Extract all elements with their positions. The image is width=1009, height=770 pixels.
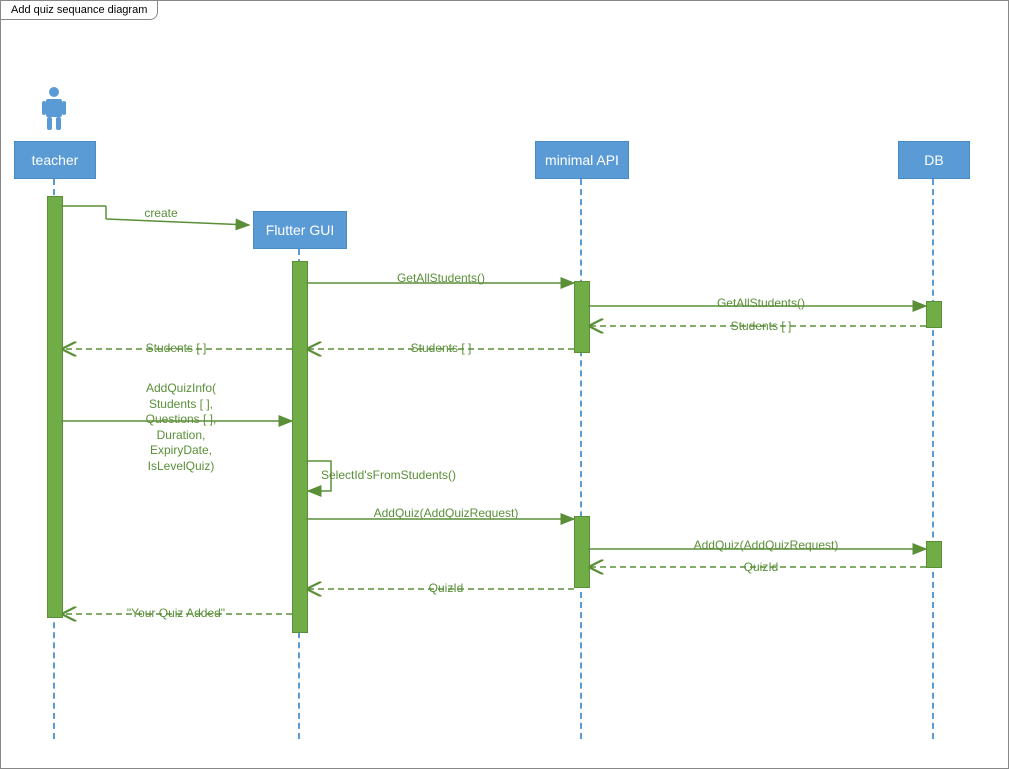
msg-quizid2: QuizId bbox=[416, 581, 476, 597]
participant-gui-label: Flutter GUI bbox=[266, 222, 334, 238]
diagram-frame: Add quiz sequance diagram teacher Flutte… bbox=[0, 0, 1009, 769]
participant-api-label: minimal API bbox=[545, 152, 619, 168]
participant-api: minimal API bbox=[535, 141, 629, 179]
msg-getallstudents1: GetAllStudents() bbox=[381, 271, 501, 287]
participant-db: DB bbox=[898, 141, 970, 179]
activation-db-1 bbox=[926, 301, 942, 328]
msg-students1: Students [ ] bbox=[721, 319, 801, 335]
msg-addquiz2: AddQuiz(AddQuizRequest) bbox=[681, 538, 851, 554]
activation-api-1 bbox=[574, 281, 590, 353]
actor-icon bbox=[42, 86, 66, 134]
msg-getallstudents2: GetAllStudents() bbox=[701, 296, 821, 312]
lifeline-api bbox=[580, 179, 582, 739]
msg-students3: Students [ ] bbox=[136, 341, 216, 357]
participant-teacher-label: teacher bbox=[32, 152, 79, 168]
msg-quizid1: QuizId bbox=[731, 560, 791, 576]
msg-create: create bbox=[121, 206, 201, 222]
msg-selectids: SelectId'sFromStudents() bbox=[321, 468, 481, 484]
msg-addquiz1: AddQuiz(AddQuizRequest) bbox=[361, 506, 531, 522]
msg-quizadded: "Your Quiz Added" bbox=[111, 606, 241, 622]
participant-teacher: teacher bbox=[14, 141, 96, 179]
activation-gui bbox=[292, 261, 308, 633]
diagram-title: Add quiz sequance diagram bbox=[0, 0, 158, 20]
participant-db-label: DB bbox=[924, 152, 943, 168]
msg-addquizinfo: AddQuizInfo( Students [ ], Questions [ ]… bbox=[121, 381, 241, 475]
lifeline-db bbox=[932, 179, 934, 739]
activation-api-2 bbox=[574, 516, 590, 588]
activation-db-2 bbox=[926, 541, 942, 568]
participant-gui: Flutter GUI bbox=[253, 211, 347, 249]
msg-students2: Students [ ] bbox=[401, 341, 481, 357]
activation-teacher bbox=[47, 196, 63, 618]
